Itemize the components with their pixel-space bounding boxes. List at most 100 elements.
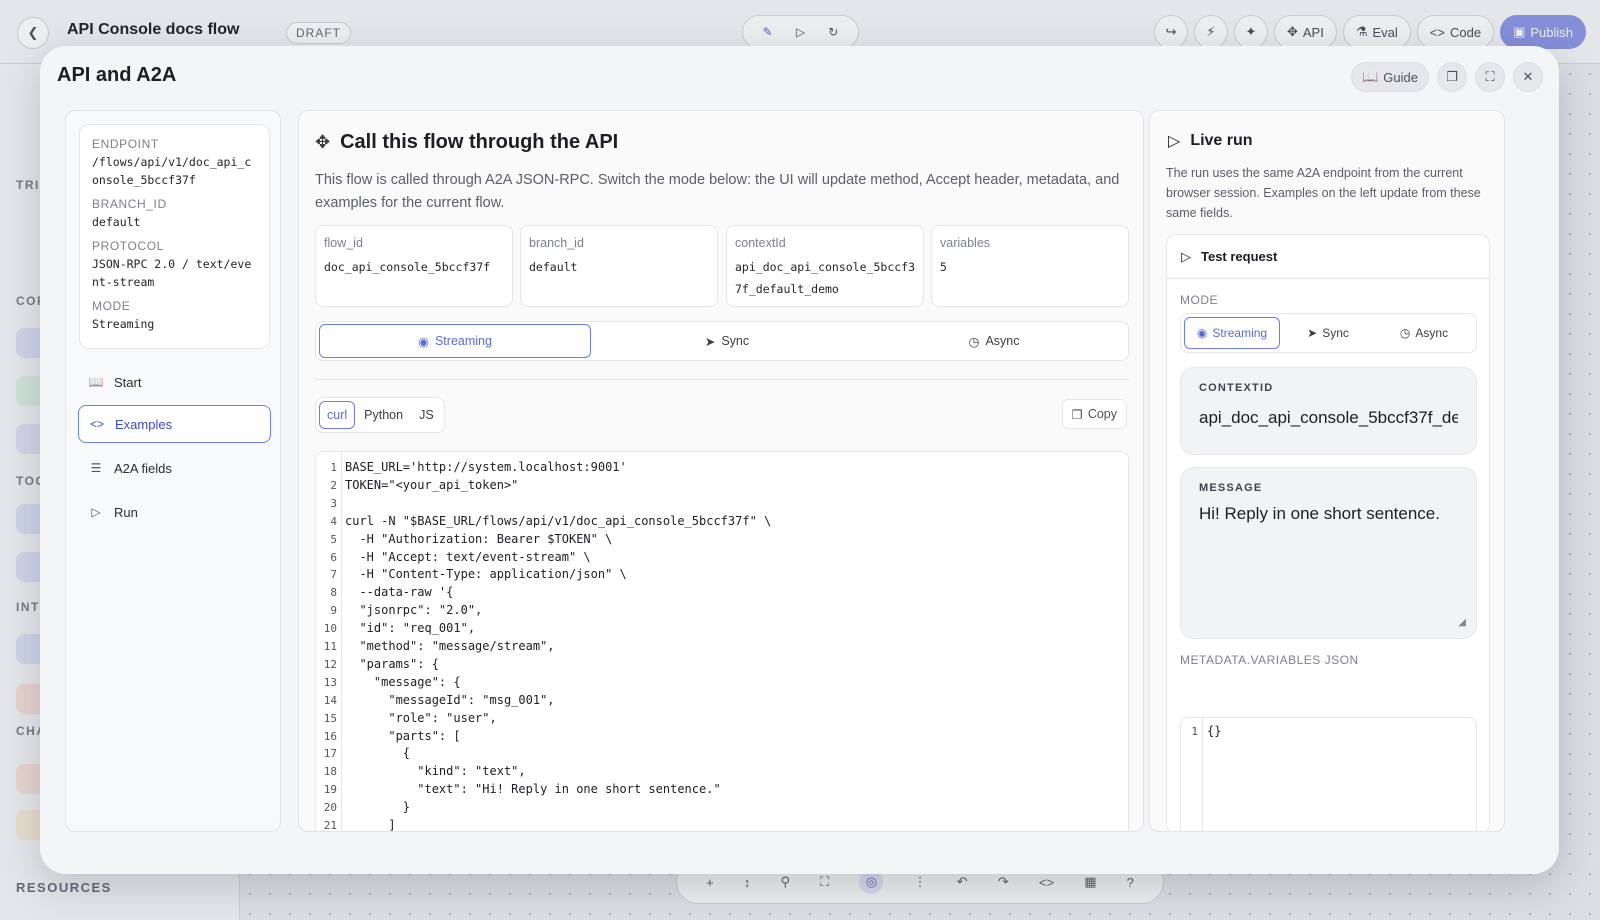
line-text: "method": "message/stream", [345, 639, 555, 653]
live-run-panel: ▷ Live run The run uses the same A2A end… [1149, 110, 1505, 832]
tab-curl[interactable]: curl [319, 401, 356, 429]
line-number: 2 [330, 478, 337, 492]
close-button[interactable]: ✕ [1513, 62, 1543, 92]
code-line: 7 -H "Content-Type: application/json" \ [316, 565, 1116, 583]
nav-item-a2a-fields[interactable]: ☰ A2A fields [78, 449, 271, 487]
line-number: 6 [330, 550, 337, 564]
field-label: branch_id [529, 236, 584, 250]
line-text: "params": { [345, 656, 439, 671]
mode-sync[interactable]: ➤ Sync [591, 324, 863, 358]
mode-label: Streaming [434, 334, 492, 348]
book-icon: 📖 [1362, 69, 1379, 84]
language-tabs: curl Python JS [315, 397, 445, 433]
context-id-value: api_doc_api_console_5bccf37f_default_dem… [1199, 408, 1458, 427]
mode-label: Async [985, 334, 1020, 348]
line-text: -H "Content-Type: application/json" \ [345, 567, 627, 582]
code-line: 5 -H "Authorization: Bearer $TOKEN" \ [316, 530, 1116, 548]
modal-actions: 📖 Guide ❐ ⛶ ✕ [1351, 62, 1543, 92]
message-value: Hi! Reply in one short sentence. [1199, 504, 1440, 523]
line-number: 5 [330, 532, 337, 546]
list-icon: ☰ [90, 461, 102, 475]
tab-js[interactable]: JS [412, 401, 441, 429]
endpoint-value: /flows/api/v1/doc_api_console_5bccf37f [92, 155, 252, 187]
copy-icon: ❐ [1446, 69, 1458, 84]
code-line: 16 "parts": [ [316, 727, 1116, 745]
line-number: 21 [323, 819, 337, 832]
field-value: 5 [940, 260, 947, 274]
metadata-json-editor[interactable]: 1 {} [1180, 717, 1477, 831]
radio-icon: ◉ [1196, 326, 1208, 340]
line-text: ] [345, 818, 396, 832]
close-icon: ✕ [1522, 69, 1534, 84]
message-input[interactable]: MESSAGE Hi! Reply in one short sentence.… [1180, 467, 1477, 639]
field-value: default [529, 260, 578, 274]
nav-item-label: A2A fields [114, 460, 172, 476]
mode-value: Streaming [92, 317, 155, 331]
nav-item-run[interactable]: ▷ Run [78, 493, 271, 531]
variables-field: variables 5 [931, 225, 1129, 307]
message-label: MESSAGE [1199, 482, 1263, 494]
line-text: "jsonrpc": "2.0", [345, 603, 483, 618]
code-line: 15 "role": "user", [316, 709, 1116, 727]
line-text: "id": "req_001", [345, 621, 476, 636]
nav-item-examples[interactable]: <> Examples [78, 405, 271, 443]
resize-handle-icon[interactable]: ◢ [1458, 617, 1466, 628]
api-modal: API and A2A 📖 Guide ❐ ⛶ ✕ ENDPOINT /flow… [40, 46, 1559, 874]
play-icon: ▷ [1168, 133, 1181, 150]
mode-streaming[interactable]: ◉ Streaming [319, 324, 591, 358]
line-number: 12 [323, 657, 337, 671]
run-mode-sync[interactable]: ➤ Sync [1280, 317, 1376, 349]
run-mode-streaming[interactable]: ◉ Streaming [1184, 317, 1280, 349]
context-id-input[interactable]: CONTEXTID api_doc_api_console_5bccf37f_d… [1180, 367, 1477, 455]
copy-icon: ❐ [1071, 407, 1083, 422]
copy-modal-button[interactable]: ❐ [1437, 62, 1467, 92]
line-number: 1 [1191, 725, 1198, 738]
test-request-label: Test request [1201, 249, 1278, 264]
fullscreen-button[interactable]: ⛶ [1475, 62, 1505, 92]
metadata-label: METADATA.VARIABLES JSON [1180, 653, 1359, 667]
field-label: variables [940, 236, 991, 250]
line-number: 15 [323, 711, 337, 725]
mode-label: Async [1415, 326, 1449, 340]
endpoint-summary: ENDPOINT /flows/api/v1/doc_api_console_5… [79, 124, 270, 349]
live-run-description: The run uses the same A2A endpoint from … [1166, 166, 1481, 220]
field-value: api_doc_api_console_5bccf37f_default_dem… [735, 260, 916, 296]
line-text: } [345, 800, 411, 815]
line-number: 18 [323, 765, 337, 779]
endpoint-label: ENDPOINT [92, 137, 159, 151]
flow-id-field: flow_id doc_api_console_5bccf37f [315, 225, 513, 307]
branch-id-field: branch_id default [520, 225, 718, 307]
code-line: 13 "message": { [316, 673, 1116, 691]
mode-label: MODE [1180, 293, 1218, 307]
line-text: curl -N "$BASE_URL/flows/api/v1/doc_api_… [345, 513, 772, 528]
code-line: 1 BASE_URL='http://system.localhost:9001' [316, 458, 1116, 476]
field-value: doc_api_console_5bccf37f [324, 260, 491, 274]
clock-icon: ◷ [1399, 326, 1411, 340]
nav-item-start[interactable]: 📖 Start [78, 363, 271, 401]
line-text: --data-raw '{ [345, 585, 454, 600]
section-title: ✥ Call this flow through the API [315, 131, 618, 154]
mode-label: Sync [721, 334, 750, 348]
line-number: 19 [323, 783, 337, 797]
code-icon: <> [89, 417, 104, 431]
test-request-header[interactable]: ▷ Test request [1167, 235, 1489, 279]
send-icon: ➤ [1307, 326, 1318, 340]
mode-async[interactable]: ◷ Async [863, 324, 1125, 358]
section-description: This flow is called through A2A JSON-RPC… [315, 172, 1120, 211]
line-text: "parts": [ [345, 728, 461, 743]
field-label: contextId [735, 236, 786, 250]
live-run-title-text: Live run [1190, 132, 1253, 149]
line-text: "message": { [345, 674, 461, 689]
run-mode-async[interactable]: ◷ Async [1376, 317, 1472, 349]
copy-button[interactable]: ❐ Copy [1061, 399, 1127, 429]
guide-button-label: Guide [1383, 69, 1418, 85]
code-line: 21 ] [316, 816, 1116, 832]
line-number: 17 [323, 747, 337, 761]
section-title-text: Call this flow through the API [340, 131, 619, 153]
code-line: 9 "jsonrpc": "2.0", [316, 601, 1116, 619]
guide-button[interactable]: 📖 Guide [1351, 62, 1429, 92]
code-example[interactable]: 1 BASE_URL='http://system.localhost:9001'… [315, 451, 1129, 832]
nav-item-label: Run [114, 504, 138, 520]
line-text: -H "Authorization: Bearer $TOKEN" \ [345, 531, 613, 546]
tab-python[interactable]: Python [357, 401, 410, 429]
